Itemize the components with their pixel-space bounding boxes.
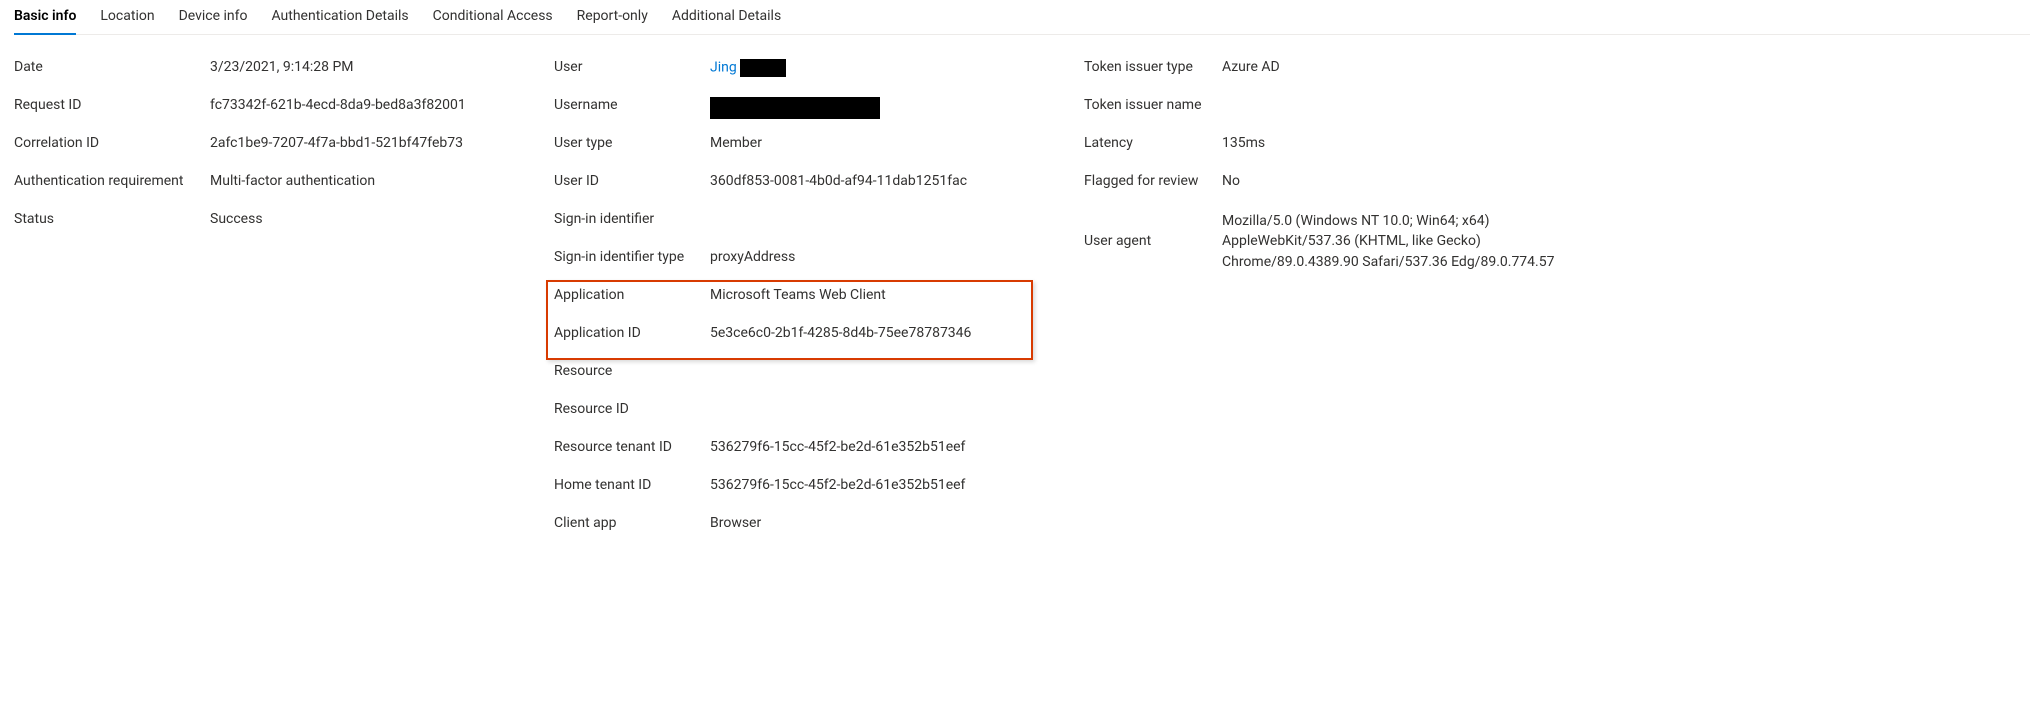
value-user-id: 360df853-0081-4b0d-af94-11dab1251fac [710,173,967,189]
label-token-issuer-type: Token issuer type [1084,59,1222,75]
tab-additional-details[interactable]: Additional Details [672,0,781,34]
row-signin-identifier: Sign-in identifier [554,207,1034,245]
value-resource-tenant-id: 536279f6-15cc-45f2-be2d-61e352b51eef [710,439,965,455]
label-flagged-for-review: Flagged for review [1084,173,1222,189]
tab-basic-info[interactable]: Basic info [14,0,76,34]
label-username: Username [554,97,710,113]
basic-info-panel: Date 3/23/2021, 9:14:28 PM Request ID fc… [14,55,2030,549]
value-application: Microsoft Teams Web Client [710,287,886,303]
row-username: Username [554,93,1034,131]
label-application-id: Application ID [554,325,710,341]
label-user-agent: User agent [1084,233,1222,249]
tab-location[interactable]: Location [100,0,154,34]
label-client-app: Client app [554,515,710,531]
label-application: Application [554,287,710,303]
label-date: Date [14,59,210,75]
tab-conditional-access[interactable]: Conditional Access [433,0,553,34]
value-client-app: Browser [710,515,761,531]
row-user-agent: User agent Mozilla/5.0 (Windows NT 10.0;… [1084,207,1604,276]
label-auth-requirement: Authentication requirement [14,173,210,189]
value-correlation-id: 2afc1be9-7207-4f7a-bbd1-521bf47feb73 [210,135,463,151]
label-signin-identifier-type: Sign-in identifier type [554,249,710,265]
row-flagged-for-review: Flagged for review No [1084,169,1604,207]
value-token-issuer-type: Azure AD [1222,59,1280,75]
label-status: Status [14,211,210,227]
row-client-app: Client app Browser [554,511,1034,549]
row-user-id: User ID 360df853-0081-4b0d-af94-11dab125… [554,169,1034,207]
label-latency: Latency [1084,135,1222,151]
user-agent-line2: AppleWebKit/537.36 (KHTML, like Gecko) [1222,231,1554,251]
row-request-id: Request ID fc73342f-621b-4ecd-8da9-bed8a… [14,93,504,131]
value-auth-requirement: Multi-factor authentication [210,173,375,189]
tab-device-info[interactable]: Device info [179,0,248,34]
value-user-type: Member [710,135,762,151]
label-token-issuer-name: Token issuer name [1084,97,1222,113]
user-link[interactable]: Jing [710,60,737,76]
label-resource: Resource [554,363,710,379]
row-token-issuer-type: Token issuer type Azure AD [1084,55,1604,93]
value-user: Jing [710,59,786,77]
row-auth-requirement: Authentication requirement Multi-factor … [14,169,504,207]
row-signin-identifier-type: Sign-in identifier type proxyAddress [554,245,1034,283]
row-date: Date 3/23/2021, 9:14:28 PM [14,55,504,93]
label-user-id: User ID [554,173,710,189]
row-latency: Latency 135ms [1084,131,1604,169]
row-status: Status Success [14,207,504,245]
row-resource: Resource [554,359,1034,397]
label-signin-identifier: Sign-in identifier [554,211,710,227]
value-date: 3/23/2021, 9:14:28 PM [210,59,354,75]
value-flagged-for-review: No [1222,173,1240,189]
row-home-tenant-id: Home tenant ID 536279f6-15cc-45f2-be2d-6… [554,473,1034,511]
row-application: Application Microsoft Teams Web Client [554,283,1034,321]
value-signin-identifier-type: proxyAddress [710,249,795,265]
label-resource-id: Resource ID [554,401,710,417]
redacted-user-surname [740,59,786,77]
column-3: Token issuer type Azure AD Token issuer … [1084,55,1604,276]
column-1: Date 3/23/2021, 9:14:28 PM Request ID fc… [14,55,504,245]
label-request-id: Request ID [14,97,210,113]
label-user-type: User type [554,135,710,151]
value-username [710,97,880,119]
tab-bar: Basic info Location Device info Authenti… [14,0,2030,35]
user-agent-line3: Chrome/89.0.4389.90 Safari/537.36 Edg/89… [1222,252,1554,272]
column-2: User Jing Username User type Member User… [554,55,1034,549]
value-application-id: 5e3ce6c0-2b1f-4285-8d4b-75ee78787346 [710,325,971,341]
value-latency: 135ms [1222,135,1265,151]
label-user: User [554,59,710,75]
row-application-id: Application ID 5e3ce6c0-2b1f-4285-8d4b-7… [554,321,1034,359]
value-user-agent: Mozilla/5.0 (Windows NT 10.0; Win64; x64… [1222,211,1554,272]
redacted-username [710,97,880,119]
tab-authentication-details[interactable]: Authentication Details [271,0,408,34]
row-resource-id: Resource ID [554,397,1034,435]
user-agent-line1: Mozilla/5.0 (Windows NT 10.0; Win64; x64… [1222,211,1554,231]
tab-report-only[interactable]: Report-only [577,0,648,34]
row-token-issuer-name: Token issuer name [1084,93,1604,131]
row-user: User Jing [554,55,1034,93]
value-home-tenant-id: 536279f6-15cc-45f2-be2d-61e352b51eef [710,477,965,493]
row-user-type: User type Member [554,131,1034,169]
value-status: Success [210,211,263,227]
row-correlation-id: Correlation ID 2afc1be9-7207-4f7a-bbd1-5… [14,131,504,169]
label-correlation-id: Correlation ID [14,135,210,151]
value-request-id: fc73342f-621b-4ecd-8da9-bed8a3f82001 [210,97,466,113]
row-resource-tenant-id: Resource tenant ID 536279f6-15cc-45f2-be… [554,435,1034,473]
label-resource-tenant-id: Resource tenant ID [554,439,710,455]
label-home-tenant-id: Home tenant ID [554,477,710,493]
